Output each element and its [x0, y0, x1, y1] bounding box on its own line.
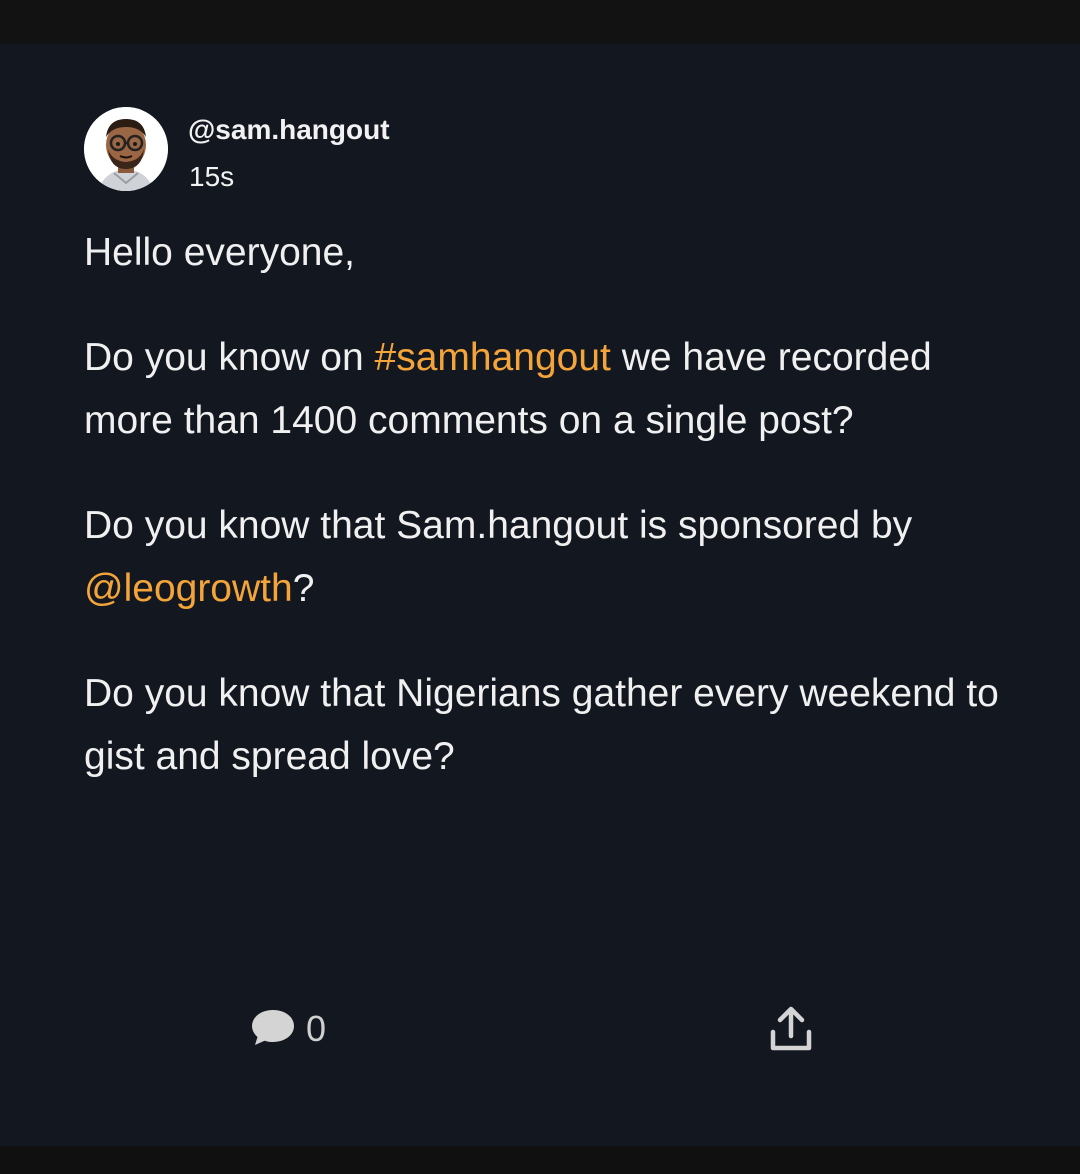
post-timestamp: 15s [189, 161, 235, 192]
paragraph-1-text-start: Do you know on [84, 336, 375, 379]
mention-link[interactable]: @leogrowth [84, 567, 293, 610]
bottom-bar [0, 1146, 1080, 1174]
chat-bubble-icon [250, 1007, 296, 1052]
post-paragraph-2: Do you know that Sam.hangout is sponsore… [84, 494, 1014, 620]
paragraph-2-text-end: ? [292, 567, 315, 610]
avatar[interactable] [84, 107, 168, 191]
username[interactable]: @sam.hangout [188, 112, 390, 148]
post-paragraph-3: Do you know that Nigerians gather every … [84, 672, 999, 778]
share-upload-icon [768, 1006, 814, 1058]
hashtag-link[interactable]: #samhangout [375, 336, 611, 379]
paragraph-2-text-start: Do you know that Sam.hangout is sponsore… [84, 504, 913, 547]
comment-count: 0 [306, 1008, 327, 1049]
top-bar [0, 0, 1080, 44]
post-greeting: Hello everyone, [84, 231, 355, 274]
comment-button[interactable]: 0 [250, 1006, 326, 1052]
post-body: Hello everyone, Do you know on #samhango… [84, 221, 1014, 788]
share-button[interactable] [768, 1004, 814, 1054]
post-paragraph-1: Do you know on #samhangout we have recor… [84, 326, 1014, 452]
